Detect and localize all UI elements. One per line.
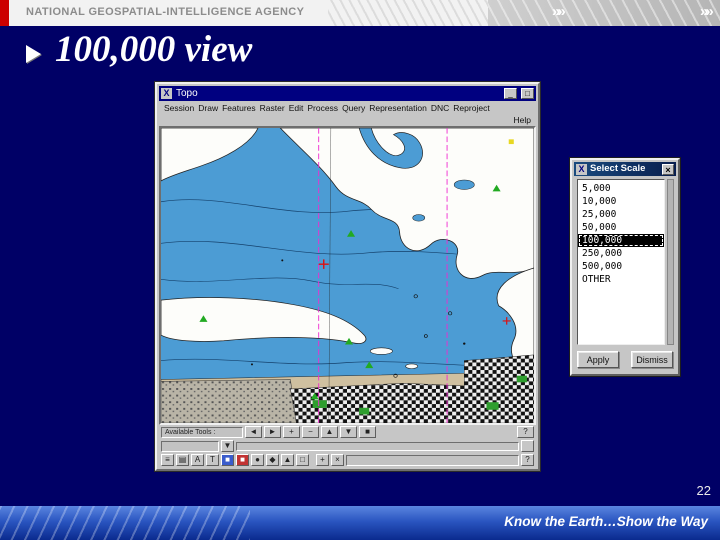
toolbar-button[interactable]: ≡: [161, 454, 174, 466]
menu-edit[interactable]: Edit: [287, 102, 306, 114]
triangle-bullet-icon: [26, 45, 41, 63]
toolbar-button[interactable]: −: [302, 426, 319, 438]
map-canvas[interactable]: [159, 126, 536, 425]
dropdown-arrow-button[interactable]: ▼: [221, 440, 234, 452]
window-titlebar[interactable]: X Topo _ □: [159, 86, 536, 101]
toolbar-button[interactable]: A: [191, 454, 204, 466]
scale-option[interactable]: OTHER: [578, 273, 664, 286]
agency-title: NATIONAL GEOSPATIAL-INTELLIGENCE AGENCY: [26, 6, 305, 18]
toolbar-button[interactable]: ?: [521, 454, 534, 466]
urban-area: [463, 354, 534, 390]
minimize-button[interactable]: _: [504, 88, 517, 99]
hatch-decoration: [328, 0, 490, 26]
toolbar-row-select: ▼: [159, 439, 536, 453]
scale-option[interactable]: 250,000: [578, 247, 664, 260]
available-tools-label: Available Tools :: [161, 426, 243, 438]
tool-dropdown[interactable]: [161, 440, 219, 452]
scale-option[interactable]: 100,000: [578, 234, 664, 247]
scale-option[interactable]: 25,000: [578, 208, 664, 221]
slide: »» »» NATIONAL GEOSPATIAL-INTELLIGENCE A…: [0, 0, 720, 540]
red-accent-block: [0, 0, 9, 26]
scale-option[interactable]: 50,000: [578, 221, 664, 234]
chevron-icon: »»: [700, 3, 714, 20]
maximize-button[interactable]: □: [521, 88, 534, 99]
header-bar: »» »» NATIONAL GEOSPATIAL-INTELLIGENCE A…: [0, 0, 720, 26]
menu-draw[interactable]: Draw: [196, 102, 220, 114]
toolbar-button[interactable]: ▼: [340, 426, 357, 438]
toolbar-button[interactable]: ▲: [321, 426, 338, 438]
scale-listbox: 5,000 10,000 25,000 50,000 100,000 250,0…: [577, 179, 665, 345]
menu-reproject[interactable]: Reproject: [451, 102, 491, 114]
page-title: 100,000 view: [55, 29, 253, 70]
scale-option[interactable]: 10,000: [578, 195, 664, 208]
menu-process[interactable]: Process: [305, 102, 340, 114]
dialog-buttons: Apply Dismiss: [574, 347, 676, 372]
x-logo-icon: X: [161, 88, 172, 99]
scale-option[interactable]: 500,000: [578, 260, 664, 273]
toolbar-button[interactable]: ►: [264, 426, 281, 438]
listbox-scrollbar[interactable]: [667, 179, 674, 345]
toolbar-row-icons: ≡ ▤ A T ■ ■ ● ◆ ▲ □ + × ?: [159, 453, 536, 467]
menu-dnc[interactable]: DNC: [429, 102, 451, 114]
toolbar-button[interactable]: ?: [517, 426, 534, 438]
rocky-area: [161, 379, 297, 423]
toolbar-button[interactable]: ●: [251, 454, 264, 466]
toolbar-button[interactable]: ▤: [176, 454, 189, 466]
menu-query[interactable]: Query: [340, 102, 367, 114]
dismiss-button[interactable]: Dismiss: [631, 351, 673, 368]
close-icon[interactable]: ×: [662, 163, 674, 175]
menu-raster[interactable]: Raster: [258, 102, 287, 114]
status-strip: [236, 441, 519, 451]
footer-motto: Know the Earth…Show the Way: [504, 514, 708, 529]
topo-window: X Topo _ □ Session Draw Features Raster …: [155, 82, 540, 471]
header-right-panel: [488, 0, 720, 26]
dialog-title: Select Scale: [590, 163, 646, 174]
apply-button[interactable]: Apply: [577, 351, 619, 368]
toolbar-button[interactable]: ■: [236, 454, 249, 466]
toolbar-button[interactable]: □: [296, 454, 309, 466]
footer-bar: Know the Earth…Show the Way: [0, 506, 720, 540]
toolbar-button[interactable]: ■: [221, 454, 234, 466]
dialog-titlebar[interactable]: X Select Scale ×: [574, 162, 676, 176]
toolbar-button[interactable]: ◄: [245, 426, 262, 438]
toolbar-button[interactable]: +: [316, 454, 329, 466]
menu-bar: Session Draw Features Raster Edit Proces…: [159, 101, 536, 126]
page-number: 22: [696, 483, 711, 498]
scale-readout-field: [346, 454, 519, 466]
x-logo-icon: X: [576, 163, 587, 175]
toolbar-button[interactable]: [521, 440, 534, 452]
select-scale-dialog: X Select Scale × 5,000 10,000 25,000 50,…: [570, 158, 680, 376]
chevron-icon: »»: [552, 3, 566, 20]
toolbar-button[interactable]: ■: [359, 426, 376, 438]
dialog-body: 5,000 10,000 25,000 50,000 100,000 250,0…: [574, 176, 676, 347]
menu-session[interactable]: Session: [162, 102, 196, 114]
nautical-chart: [161, 128, 534, 423]
toolbar-button[interactable]: +: [283, 426, 300, 438]
window-title: Topo: [176, 88, 198, 99]
scale-option[interactable]: 5,000: [578, 182, 664, 195]
toolbar-button[interactable]: ▲: [281, 454, 294, 466]
menu-representation[interactable]: Representation: [367, 102, 429, 114]
toolbar-button[interactable]: T: [206, 454, 219, 466]
menu-features[interactable]: Features: [220, 102, 258, 114]
menu-help[interactable]: Help: [512, 114, 533, 126]
title-row: 100,000 view: [26, 29, 253, 71]
toolbar-row-tools: Available Tools : ◄ ► + − ▲ ▼ ■ ?: [159, 425, 536, 439]
toolbar-button[interactable]: ×: [331, 454, 344, 466]
toolbar-button[interactable]: ◆: [266, 454, 279, 466]
